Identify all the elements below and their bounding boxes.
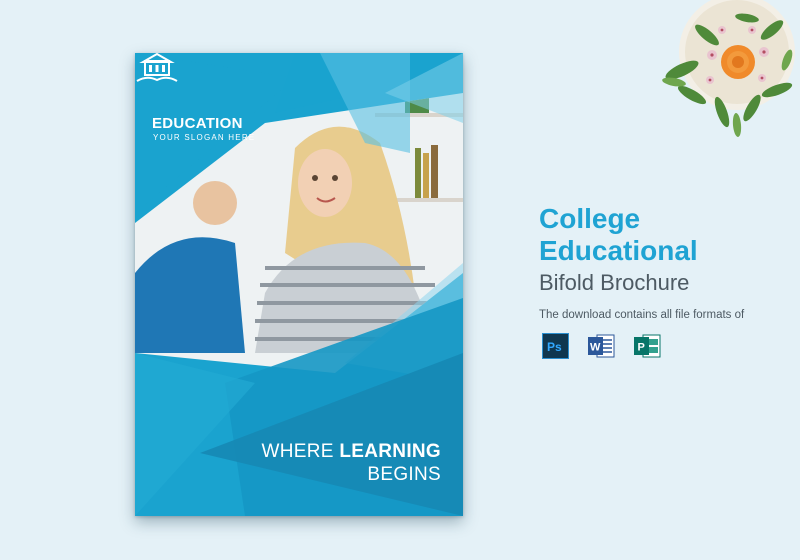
flower-bowl-decoration [662,0,795,137]
formats-description: The download contains all file formats o… [539,309,745,321]
publisher-icon: P [634,334,661,358]
brand-title: EDUCATION [152,115,243,132]
product-title: College Educational [539,203,698,267]
product-title-line1: College [539,203,641,234]
tagline-line2: BEGINS [367,464,441,485]
product-subtitle: Bifold Brochure [539,270,690,295]
brand-slogan: YOUR SLOGAN HERE [153,133,256,142]
word-label: W [590,342,601,354]
product-title-line2: Educational [539,235,698,266]
photoshop-label: Ps [547,340,562,354]
tagline-bold: LEARNING [339,441,441,462]
school-building-icon [136,53,178,82]
word-icon: W [588,334,615,358]
publisher-label: P [638,342,645,354]
photoshop-icon: Ps [542,333,569,359]
preview-stage: EDUCATION YOUR SLOGAN HERE WHERE LEARNIN… [0,0,800,560]
tagline-prefix: WHERE [261,441,334,462]
brochure-cover: EDUCATION YOUR SLOGAN HERE WHERE LEARNIN… [135,53,463,516]
cover-tagline: WHERE LEARNING BEGINS [262,440,441,486]
format-icons: Ps W P [542,333,661,359]
